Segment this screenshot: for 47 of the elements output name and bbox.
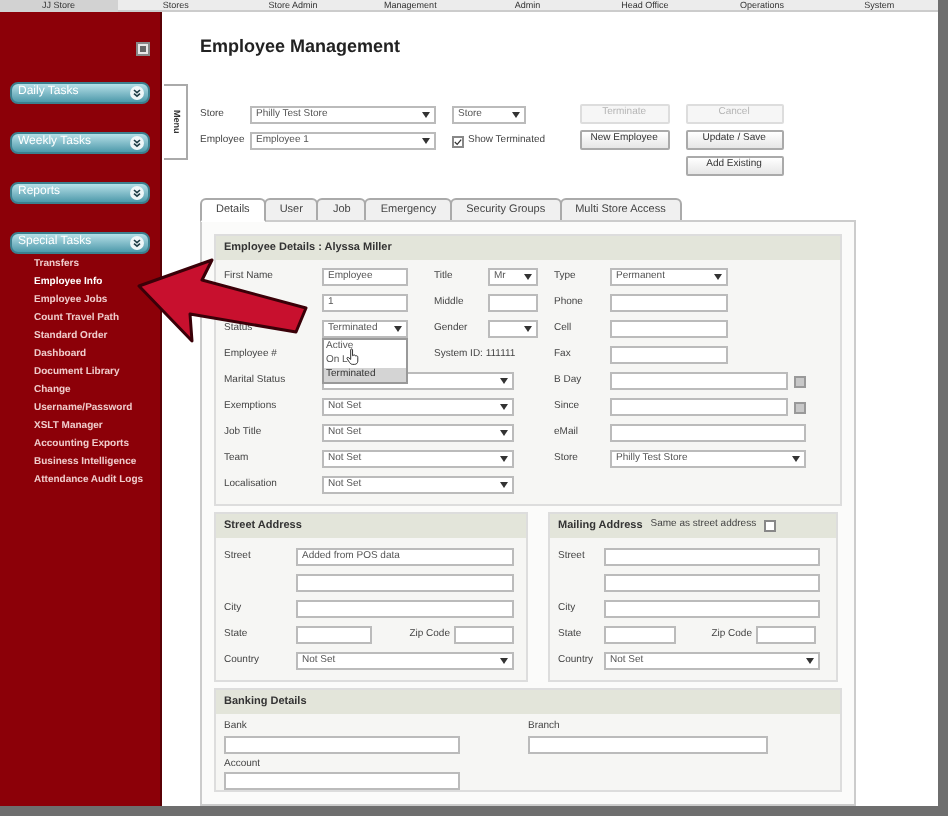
text-field[interactable] — [610, 320, 728, 338]
caret-icon — [422, 138, 430, 144]
chevrons-down-icon — [130, 236, 144, 250]
select-field[interactable] — [488, 320, 538, 338]
text-field[interactable] — [604, 626, 676, 644]
date-field[interactable] — [610, 372, 788, 390]
chevrons-down-icon — [130, 186, 144, 200]
caret-icon — [500, 482, 508, 488]
text-field[interactable] — [528, 735, 768, 753]
caret-icon — [500, 658, 508, 664]
text-field[interactable] — [610, 294, 728, 312]
text-field[interactable] — [296, 600, 514, 618]
checkbox[interactable] — [764, 520, 777, 532]
text-field[interactable] — [756, 626, 816, 644]
text-field[interactable] — [296, 574, 514, 592]
text-field[interactable] — [610, 424, 806, 442]
text-field[interactable] — [454, 626, 514, 644]
text-field[interactable] — [610, 346, 728, 364]
collapse-icon[interactable] — [136, 42, 150, 56]
caret-icon — [422, 112, 430, 118]
caret-icon — [512, 112, 520, 118]
caret-icon — [806, 658, 814, 664]
chevrons-down-icon — [130, 136, 144, 150]
checkbox[interactable] — [452, 135, 464, 147]
date-field[interactable] — [610, 398, 788, 416]
caret-icon — [524, 326, 532, 332]
caret-icon — [524, 274, 532, 280]
checkmark-icon — [454, 137, 462, 145]
text-field[interactable] — [224, 735, 460, 753]
text-field[interactable] — [604, 600, 820, 618]
caret-icon — [792, 456, 800, 462]
text-field[interactable] — [604, 548, 820, 566]
page-title: Employee Management — [200, 36, 403, 56]
hand-cursor-icon — [346, 348, 360, 365]
caret-icon — [394, 326, 402, 332]
caret-icon — [714, 274, 722, 280]
calendar-icon[interactable] — [794, 375, 806, 387]
chevrons-down-icon — [130, 86, 144, 100]
caret-icon — [500, 404, 508, 410]
caret-icon — [500, 430, 508, 436]
text-field[interactable] — [296, 626, 372, 644]
caret-icon — [500, 378, 508, 384]
text-field[interactable] — [604, 574, 820, 592]
caret-icon — [500, 456, 508, 462]
text-field[interactable] — [488, 294, 538, 312]
text-field[interactable] — [224, 772, 460, 790]
calendar-icon[interactable] — [794, 401, 806, 413]
